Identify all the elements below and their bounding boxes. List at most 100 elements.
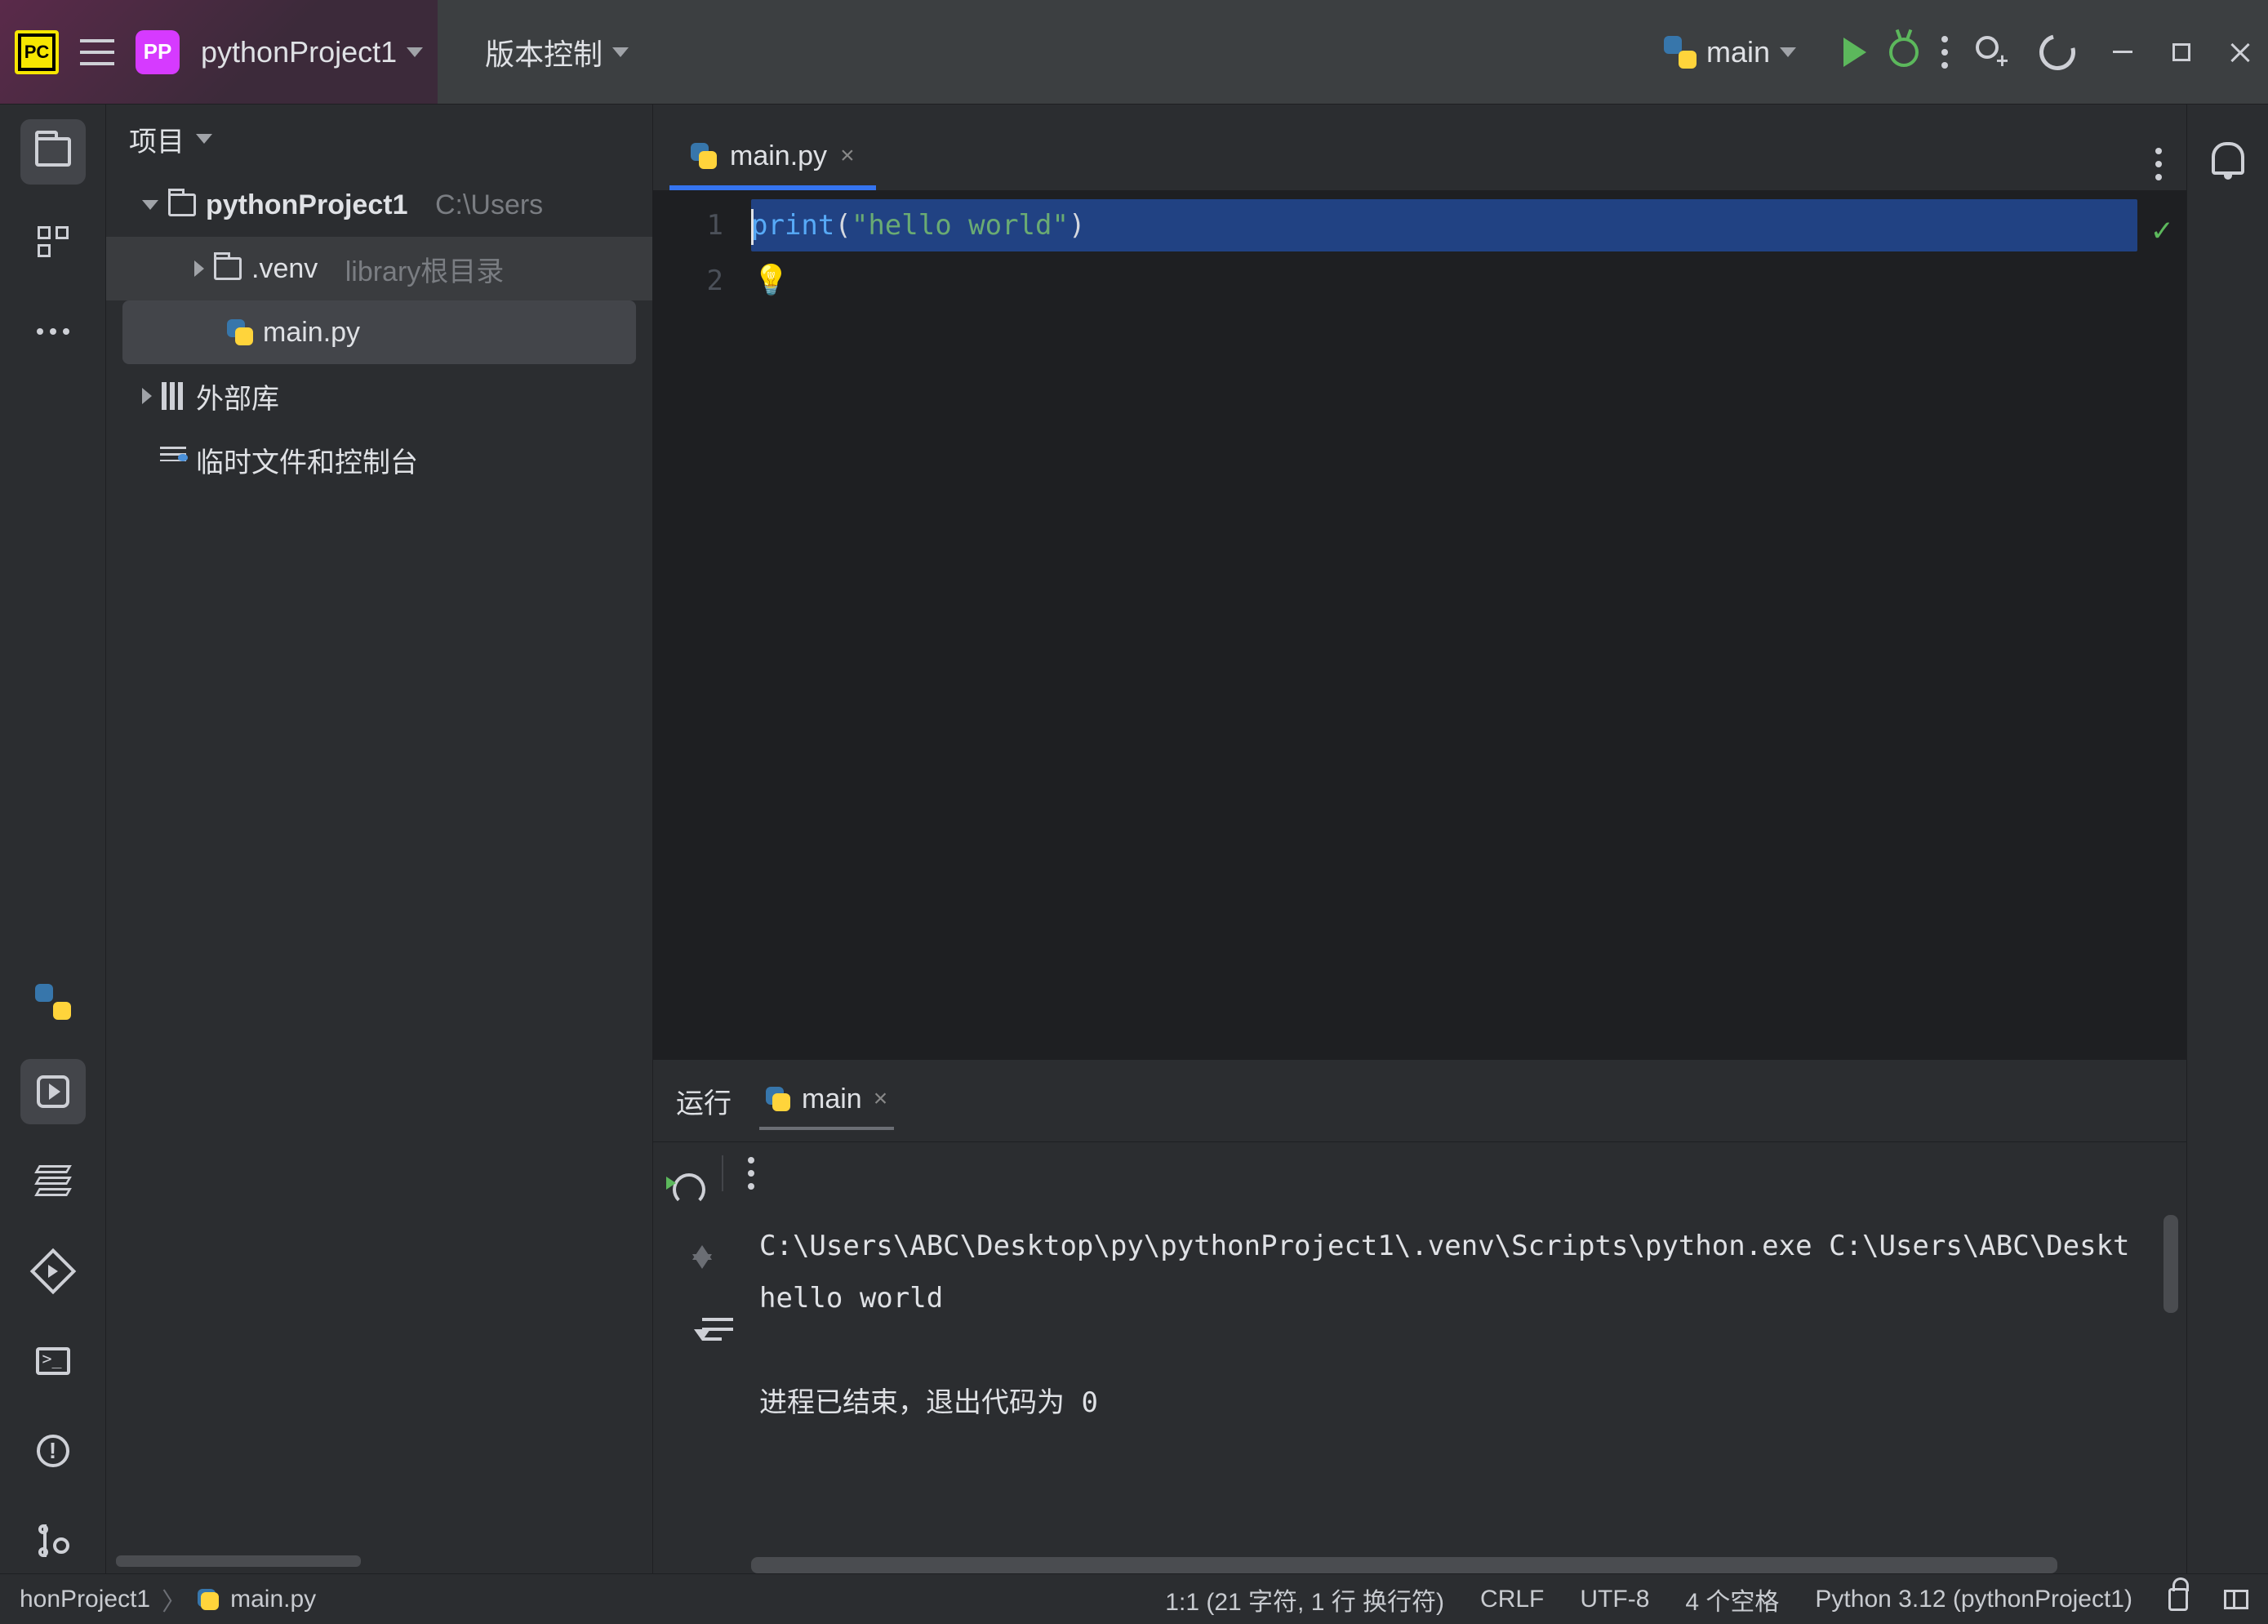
- run-gutter: [653, 1204, 751, 1573]
- play-icon: [1843, 38, 1866, 67]
- tree-root[interactable]: pythonProject1 C:\Users: [106, 173, 652, 237]
- run-tab-label: main: [802, 1083, 862, 1115]
- horizontal-dots-icon: [37, 328, 69, 335]
- crumb-project: honProject1: [20, 1586, 150, 1613]
- run-tool-button[interactable]: [20, 1059, 86, 1124]
- editor-tab-main[interactable]: main.py ×: [669, 127, 876, 190]
- project-selector[interactable]: pythonProject1: [201, 35, 423, 69]
- project-badge[interactable]: PP: [136, 30, 180, 74]
- person-plus-icon: [1971, 36, 2003, 69]
- close-tab-button[interactable]: ×: [840, 142, 855, 170]
- debug-button[interactable]: [1889, 38, 1919, 67]
- git-branch-icon: [37, 1524, 69, 1557]
- window-minimize-button[interactable]: [2111, 41, 2134, 64]
- line-gutter: 1 2: [653, 191, 751, 1059]
- window-maximize-button[interactable]: [2170, 41, 2193, 64]
- app-logo: PC: [15, 30, 59, 74]
- scroll-up-button[interactable]: [692, 1220, 712, 1246]
- run-config-selector[interactable]: main: [1664, 35, 1796, 69]
- python-icon: [35, 984, 71, 1020]
- hexagon-play-icon: [29, 1248, 76, 1295]
- chevron-right-icon: [142, 388, 152, 404]
- console-line: C:\Users\ABC\Desktop\py\pythonProject1\.…: [759, 1230, 2130, 1262]
- project-panel-header[interactable]: 项目: [106, 105, 652, 173]
- inspection-ok-icon[interactable]: ✓: [2152, 202, 2172, 258]
- vcs-label: 版本控制: [485, 31, 603, 73]
- interpreter[interactable]: Python 3.12 (pythonProject1): [1815, 1586, 2132, 1613]
- project-tree: pythonProject1 C:\Users .venv library根目录…: [106, 173, 652, 1549]
- caret-position[interactable]: 1:1 (21 字符, 1 行 换行符): [1165, 1582, 1444, 1617]
- arrow-down-icon: [692, 1254, 712, 1294]
- more-tools-button[interactable]: [20, 299, 86, 364]
- run-panel-title: 运行: [676, 1081, 732, 1121]
- terminal-tool-button[interactable]: [20, 1328, 86, 1394]
- tree-venv[interactable]: .venv library根目录: [106, 237, 652, 300]
- intention-bulb-icon[interactable]: 💡: [753, 264, 789, 297]
- scroll-down-button[interactable]: [692, 1269, 712, 1295]
- close-run-tab[interactable]: ×: [874, 1085, 888, 1113]
- root-name: pythonProject1: [206, 189, 407, 221]
- indent-setting[interactable]: 4 个空格: [1685, 1582, 1779, 1617]
- services-tool-button[interactable]: [20, 1239, 86, 1304]
- refresh-ring-icon: [2033, 27, 2082, 76]
- run-tab-main[interactable]: main ×: [759, 1072, 894, 1130]
- layout-icon[interactable]: [2224, 1590, 2248, 1609]
- readonly-lock-icon[interactable]: [2168, 1588, 2188, 1611]
- console-line: hello world: [759, 1282, 943, 1315]
- structure-tool-button[interactable]: [20, 209, 86, 274]
- main-menu-icon[interactable]: [80, 39, 114, 65]
- run-console[interactable]: C:\Users\ABC\Desktop\py\pythonProject1\.…: [751, 1204, 2186, 1573]
- bug-icon: [1889, 38, 1919, 67]
- tree-scratches[interactable]: 临时文件和控制台: [106, 428, 652, 492]
- vertical-dots-icon: [748, 1157, 754, 1190]
- breadcrumb[interactable]: honProject1 〉 main.py: [20, 1582, 316, 1617]
- python-icon: [198, 1589, 219, 1610]
- python-console-button[interactable]: [20, 969, 86, 1034]
- stack-icon: [37, 1165, 69, 1198]
- horizontal-scrollbar[interactable]: [751, 1557, 2057, 1573]
- python-icon: [227, 319, 253, 345]
- git-tool-button[interactable]: [20, 1508, 86, 1573]
- scroll-to-end-button[interactable]: [694, 1341, 710, 1367]
- code-content[interactable]: print("hello world") 💡 ✓: [751, 191, 2186, 1059]
- tree-file-main[interactable]: main.py: [122, 300, 636, 364]
- left-tool-rail: !: [0, 105, 106, 1573]
- venv-hint: library根目录: [345, 249, 505, 289]
- problems-tool-button[interactable]: !: [20, 1418, 86, 1484]
- chevron-down-icon: [612, 47, 629, 57]
- vertical-scrollbar[interactable]: [2163, 1215, 2178, 1313]
- notifications-button[interactable]: [2195, 126, 2261, 191]
- updates-button[interactable]: [2039, 34, 2075, 70]
- structure-icon: [38, 226, 69, 257]
- more-actions-button[interactable]: [1941, 36, 1948, 69]
- maximize-icon: [2172, 43, 2190, 61]
- bell-icon: [2212, 142, 2244, 175]
- run-button[interactable]: [1843, 38, 1866, 67]
- code-editor[interactable]: 1 2 print("hello world") 💡 ✓: [653, 191, 2186, 1059]
- chevron-down-icon: [694, 1329, 710, 1366]
- run-more-button[interactable]: [748, 1157, 754, 1190]
- external-label: 外部库: [196, 376, 279, 416]
- code-line-1: print("hello world"): [751, 199, 2137, 251]
- venv-name: .venv: [251, 253, 318, 285]
- horizontal-scrollbar[interactable]: [116, 1555, 361, 1567]
- chevron-down-icon: [196, 134, 212, 144]
- editor-area: main.py × 1 2 print("hello world") 💡 ✓: [653, 105, 2186, 1059]
- editor-tab-menu[interactable]: [2155, 148, 2186, 190]
- line-separator[interactable]: CRLF: [1480, 1586, 1544, 1613]
- file-encoding[interactable]: UTF-8: [1580, 1586, 1649, 1613]
- run-panel: 运行 main × C:\User: [653, 1059, 2186, 1573]
- vertical-dots-icon: [1941, 36, 1948, 69]
- packages-tool-button[interactable]: [20, 1149, 86, 1214]
- project-tool-button[interactable]: [20, 119, 86, 185]
- tree-external-libs[interactable]: 外部库: [106, 364, 652, 428]
- line-number: 2: [653, 253, 723, 309]
- console-exit-line: 进程已结束，退出代码为 0: [759, 1386, 1098, 1419]
- chevron-down-icon: [142, 200, 158, 210]
- scratch-icon: [160, 447, 186, 473]
- close-icon: [2230, 42, 2251, 63]
- window-close-button[interactable]: [2229, 41, 2252, 64]
- code-with-me-button[interactable]: [1971, 36, 2003, 69]
- python-icon: [691, 143, 717, 169]
- vcs-menu[interactable]: 版本控制: [485, 31, 629, 73]
